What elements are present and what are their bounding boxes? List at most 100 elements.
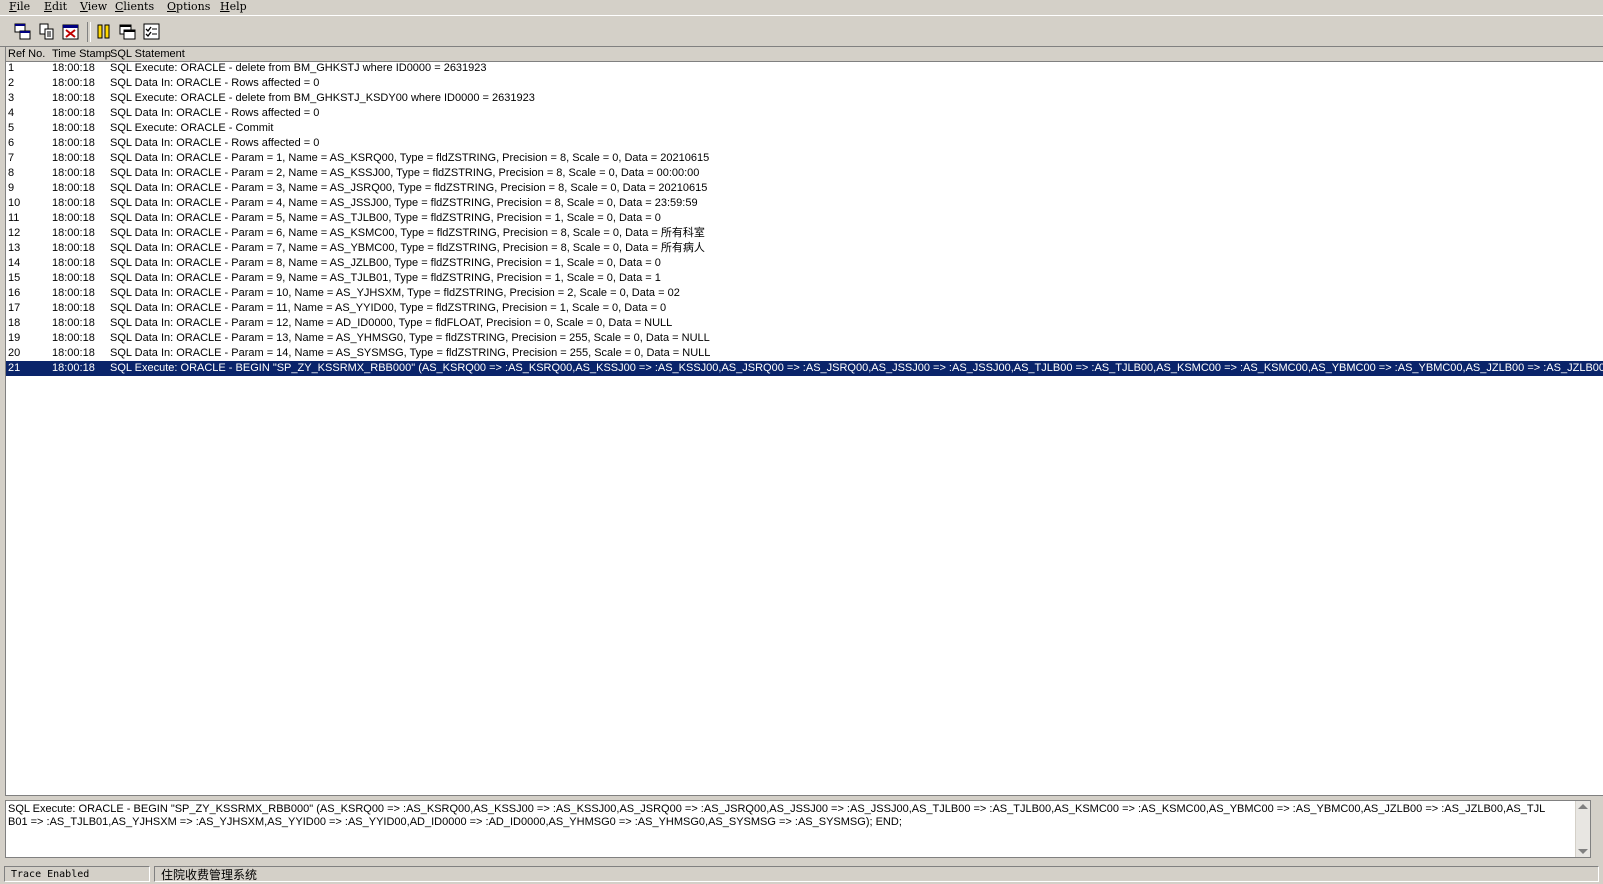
sql-statement-cell: SQL Data In: ORACLE - Param = 10, Name =… [110,287,680,299]
ref-no-cell: 19 [8,332,21,344]
ref-no-cell: 5 [8,122,15,134]
list-header: Ref No. Time Stamp SQL Statement [6,47,1603,62]
time-stamp-cell: 18:00:18 [52,107,95,119]
menu-edit[interactable]: Edit [44,0,67,13]
sql-statement-cell: SQL Data In: ORACLE - Param = 1, Name = … [110,152,710,164]
ref-no-cell: 8 [8,167,15,179]
sql-statement-cell: SQL Data In: ORACLE - Param = 8, Name = … [110,257,661,269]
table-row[interactable]: 12 18:00:18 SQL Data In: ORACLE - Param = … [6,226,1603,241]
table-row[interactable]: 4 18:00:18 SQL Data In: ORACLE - Rows affe… [6,106,1603,121]
time-stamp-cell: 18:00:18 [52,92,95,104]
ref-no-cell: 10 [8,197,21,209]
table-row[interactable]: 13 18:00:18 SQL Data In: ORACLE - Param = … [6,241,1603,256]
clear-log-icon[interactable] [61,22,81,42]
sql-statement-cell: SQL Data In: ORACLE - Param = 11, Name =… [110,302,667,314]
ref-no-cell: 20 [8,347,21,359]
menu-help[interactable]: Help [220,0,247,13]
table-row[interactable]: 2 18:00:18 SQL Data In: ORACLE - Rows affe… [6,76,1603,91]
checklist-icon[interactable] [142,22,162,42]
time-stamp-cell: 18:00:18 [52,152,95,164]
table-row[interactable]: 7 18:00:18 SQL Data In: ORACLE - Param = 1… [6,151,1603,166]
copy-icon[interactable] [37,22,57,42]
table-row[interactable]: 10 18:00:18 SQL Data In: ORACLE - Param = … [6,196,1603,211]
toolbar-separator [87,22,91,42]
time-stamp-cell: 18:00:18 [52,347,95,359]
ref-no-cell: 1 [8,62,15,74]
ref-no-cell: 13 [8,242,21,254]
time-stamp-cell: 18:00:18 [52,197,95,209]
sql-statement-cell: SQL Data In: ORACLE - Param = 5, Name = … [110,212,661,224]
ref-no-cell: 2 [8,77,15,89]
time-stamp-cell: 18:00:18 [52,242,95,254]
column-header-ref-no[interactable]: Ref No. [8,47,45,61]
table-row[interactable]: 16 18:00:18 SQL Data In: ORACLE - Param = … [6,286,1603,301]
ref-no-cell: 17 [8,302,21,314]
table-row[interactable]: 8 18:00:18 SQL Data In: ORACLE - Param = 2… [6,166,1603,181]
sql-trace-list[interactable]: Ref No. Time Stamp SQL Statement 1 18:00:… [5,46,1603,796]
sql-statement-cell: SQL Execute: ORACLE - delete from BM_GHK… [110,92,535,104]
sql-statement-cell: SQL Data In: ORACLE - Param = 4, Name = … [110,197,698,209]
menu-bar: File Edit View Clients Options Help [0,0,1603,14]
menu-view[interactable]: View [80,0,107,13]
table-row[interactable]: 9 18:00:18 SQL Data In: ORACLE - Param = 3… [6,181,1603,196]
ref-no-cell: 14 [8,257,21,269]
table-row[interactable]: 21 18:00:18 SQL Execute: ORACLE - BEGIN "S… [6,361,1603,376]
sql-detail-pane[interactable]: SQL Execute: ORACLE - BEGIN "SP_ZY_KSSRM… [5,800,1591,858]
table-row[interactable]: 6 18:00:18 SQL Data In: ORACLE - Rows affe… [6,136,1603,151]
detail-scrollbar[interactable] [1575,801,1590,857]
time-stamp-cell: 18:00:18 [52,362,95,374]
column-header-time-stamp[interactable]: Time Stamp [52,47,111,61]
sql-statement-cell: SQL Execute: ORACLE - BEGIN "SP_ZY_KSSRM… [110,362,1603,374]
toolbar [0,15,1603,47]
time-stamp-cell: 18:00:18 [52,302,95,314]
time-stamp-cell: 18:00:18 [52,122,95,134]
ref-no-cell: 3 [8,92,15,104]
time-stamp-cell: 18:00:18 [52,272,95,284]
scroll-up-icon[interactable] [1578,804,1588,809]
time-stamp-cell: 18:00:18 [52,77,95,89]
table-row[interactable]: 5 18:00:18 SQL Execute: ORACLE - Commit [6,121,1603,136]
time-stamp-cell: 18:00:18 [52,182,95,194]
table-row[interactable]: 18 18:00:18 SQL Data In: ORACLE - Param = … [6,316,1603,331]
table-row[interactable]: 1 18:00:18 SQL Execute: ORACLE - delete fr… [6,61,1603,76]
column-header-sql-statement[interactable]: SQL Statement [110,47,185,61]
sql-statement-cell: SQL Data In: ORACLE - Rows affected = 0 [110,137,320,149]
sql-statement-cell: SQL Data In: ORACLE - Param = 7, Name = … [110,242,705,254]
copy-window-icon[interactable] [13,22,33,42]
status-trace: Trace Enabled [4,866,150,882]
ref-no-cell: 9 [8,182,15,194]
time-stamp-cell: 18:00:18 [52,287,95,299]
menu-file[interactable]: File [9,0,30,13]
table-row[interactable]: 19 18:00:18 SQL Data In: ORACLE - Param = … [6,331,1603,346]
ref-no-cell: 7 [8,152,15,164]
sql-detail-text: SQL Execute: ORACLE - BEGIN "SP_ZY_KSSRM… [8,803,1546,828]
sql-statement-cell: SQL Execute: ORACLE - delete from BM_GHK… [110,62,487,74]
sql-statement-cell: SQL Execute: ORACLE - Commit [110,122,274,134]
cascade-windows-icon[interactable] [118,22,138,42]
scroll-down-icon[interactable] [1578,849,1588,854]
time-stamp-cell: 18:00:18 [52,227,95,239]
time-stamp-cell: 18:00:18 [52,332,95,344]
sql-statement-cell: SQL Data In: ORACLE - Param = 9, Name = … [110,272,661,284]
menu-clients[interactable]: Clients [115,0,154,13]
table-row[interactable]: 3 18:00:18 SQL Execute: ORACLE - delete fr… [6,91,1603,106]
ref-no-cell: 11 [8,212,20,224]
status-app-name: 住院收费管理系统 [154,866,1599,882]
table-row[interactable]: 17 18:00:18 SQL Data In: ORACLE - Param = … [6,301,1603,316]
ref-no-cell: 15 [8,272,21,284]
ref-no-cell: 12 [8,227,21,239]
ref-no-cell: 6 [8,137,15,149]
table-row[interactable]: 11 18:00:18 SQL Data In: ORACLE - Param = … [6,211,1603,226]
sql-statement-cell: SQL Data In: ORACLE - Param = 3, Name = … [110,182,708,194]
table-row[interactable]: 15 18:00:18 SQL Data In: ORACLE - Param = … [6,271,1603,286]
sql-statement-cell: SQL Data In: ORACLE - Param = 6, Name = … [110,227,705,239]
list-rows: 1 18:00:18 SQL Execute: ORACLE - delete fr… [6,61,1603,376]
time-stamp-cell: 18:00:18 [52,167,95,179]
table-row[interactable]: 20 18:00:18 SQL Data In: ORACLE - Param = … [6,346,1603,361]
ref-no-cell: 18 [8,317,21,329]
menu-options[interactable]: Options [167,0,210,13]
table-row[interactable]: 14 18:00:18 SQL Data In: ORACLE - Param = … [6,256,1603,271]
pause-icon[interactable] [94,22,114,42]
sql-statement-cell: SQL Data In: ORACLE - Param = 13, Name =… [110,332,710,344]
time-stamp-cell: 18:00:18 [52,257,95,269]
